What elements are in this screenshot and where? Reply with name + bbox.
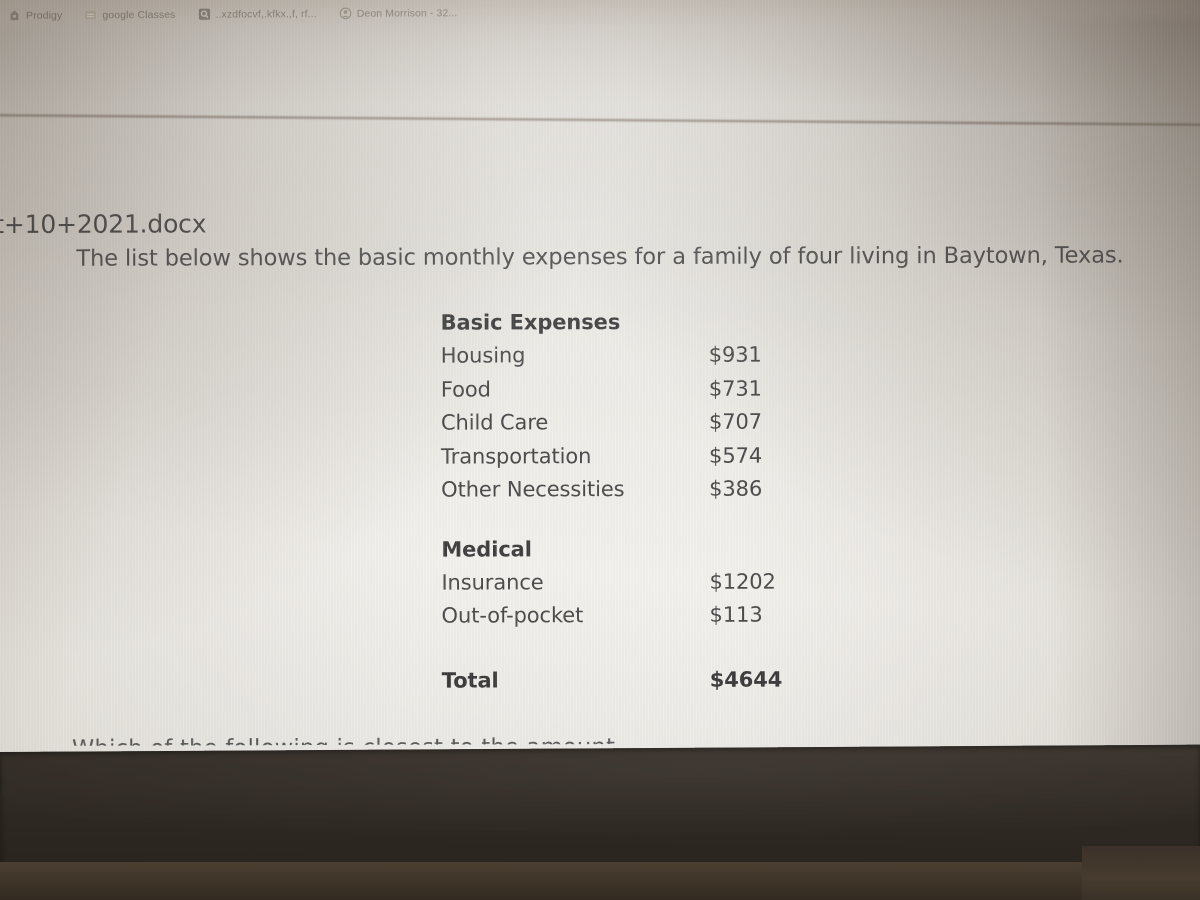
expense-amount: $1202	[709, 569, 776, 594]
expense-amount: $113	[709, 602, 763, 627]
search-site-icon	[197, 8, 210, 21]
table-row: Other Necessities $386	[441, 472, 861, 507]
expense-table: Basic Expenses Housing $931 Food $731 Ch…	[441, 309, 862, 697]
expense-amount: $731	[708, 376, 762, 401]
section-heading-medical: Medical	[441, 536, 532, 562]
expense-amount: $574	[708, 443, 763, 468]
table-row-total: Total $4644	[442, 662, 862, 697]
prodigy-site-icon	[8, 9, 21, 22]
document-intro-paragraph: The list below shows the basic monthly e…	[76, 242, 1124, 272]
expense-amount: $931	[708, 342, 762, 367]
expense-amount: $386	[709, 476, 763, 501]
expense-amount: $707	[708, 409, 763, 434]
expense-label: Housing	[440, 343, 526, 368]
total-label: Total	[441, 667, 499, 693]
desk-surface	[0, 862, 1200, 900]
bookmark-label: ..xzdfocvf,.kfkx.,f, rf...	[215, 7, 317, 21]
laptop-photo: Prodigy google Classes ..xzdfocvf,.kfkx.…	[0, 0, 1200, 900]
bookmark-prodigy[interactable]: Prodigy	[8, 9, 62, 22]
bookmark-deon-morrison[interactable]: Deon Morrison - 32...	[339, 6, 458, 20]
expense-label: Child Care	[440, 410, 549, 435]
bookmark-label: Deon Morrison - 32...	[356, 6, 458, 20]
toolbar-divider	[0, 113, 1200, 127]
total-amount: $4644	[709, 667, 783, 692]
expense-label: Other Necessities	[441, 477, 625, 502]
table-row: Food $731	[441, 372, 861, 407]
bookmarks-bar: Prodigy google Classes ..xzdfocvf,.kfkx.…	[0, 0, 1200, 31]
table-row: Out-of-pocket $113	[441, 598, 861, 633]
table-row: Housing $931	[441, 338, 861, 373]
classroom-site-icon	[84, 8, 97, 21]
expense-label: Out-of-pocket	[441, 603, 584, 628]
bezel-sheen	[0, 744, 1200, 880]
table-row: Transportation $574	[441, 439, 861, 474]
document-file-title: t+10+2021.docx	[0, 209, 207, 240]
expense-label: Transportation	[440, 443, 592, 469]
expense-label: Insurance	[441, 569, 544, 595]
bookmark-label: google Classes	[102, 8, 176, 21]
laptop-bezel	[0, 744, 1200, 880]
bookmark-xzdfocvf[interactable]: ..xzdfocvf,.kfkx.,f, rf...	[197, 7, 317, 21]
table-row: Insurance $1202	[441, 565, 861, 600]
bookmark-google-classes[interactable]: google Classes	[84, 8, 176, 22]
profile-site-icon	[339, 7, 352, 20]
laptop-screen: Prodigy google Classes ..xzdfocvf,.kfkx.…	[0, 0, 1200, 760]
section-heading-basic-expenses: Basic Expenses	[440, 310, 621, 335]
table-row: Child Care $707	[441, 405, 861, 440]
expense-label: Food	[440, 376, 491, 402]
document-cutoff-text: Which of the following is closest to the…	[72, 732, 1192, 746]
bookmark-label: Prodigy	[25, 9, 63, 22]
desk-surface-right	[1082, 846, 1200, 900]
